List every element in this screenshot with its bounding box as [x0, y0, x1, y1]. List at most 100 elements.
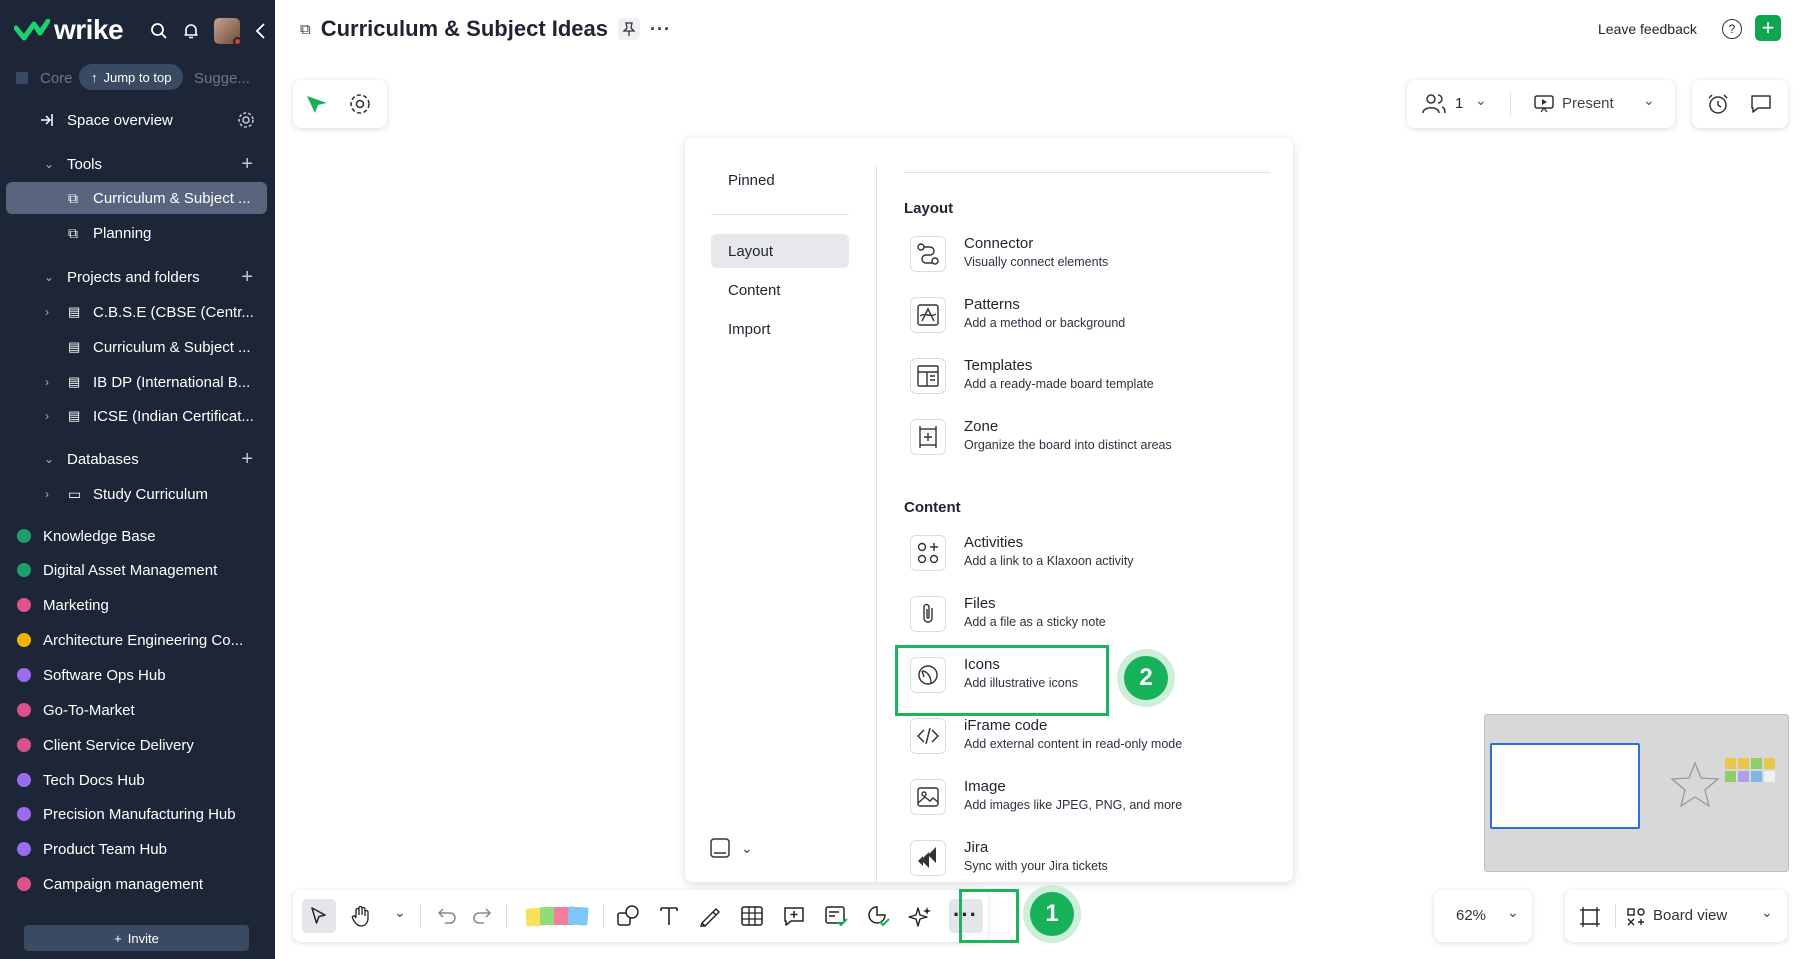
- board-view-icon[interactable]: [1626, 907, 1646, 927]
- space-item[interactable]: Product Team Hub: [0, 832, 275, 866]
- chevron-right-icon[interactable]: ›: [45, 305, 49, 319]
- pin-icon[interactable]: [618, 18, 641, 40]
- space-item[interactable]: Digital Asset Management: [0, 553, 275, 587]
- sparkle-icon[interactable]: [908, 905, 932, 929]
- panel-item-zone[interactable]: Zone Organize the board into distinct are…: [910, 414, 1270, 464]
- add-element-panel: Pinned Layout Content Import Layout Connecto…: [685, 138, 1293, 882]
- code-icon: [910, 718, 946, 754]
- invite-button[interactable]: + Invite: [24, 925, 249, 951]
- section-title-layout: Layout: [904, 200, 954, 217]
- panel-item-image[interactable]: Image Add images like JPEG, PNG, and more: [910, 774, 1270, 824]
- projects-section[interactable]: ⌄ Projects and folders +: [0, 260, 275, 294]
- sidebar-item-curriculum-tool[interactable]: ⧉ Curriculum & Subject ...: [6, 182, 267, 214]
- step-1-badge: 1: [1023, 885, 1081, 943]
- hand-icon[interactable]: [350, 905, 372, 927]
- collaboration-toolbar: 1 ⌄ Present ⌄: [1407, 80, 1675, 128]
- panel-item-templates[interactable]: Templates Add a ready-made board template: [910, 353, 1270, 403]
- chevron-right-icon[interactable]: ›: [45, 487, 49, 501]
- space-item[interactable]: Campaign management: [0, 867, 275, 901]
- chevron-right-icon[interactable]: ›: [45, 409, 49, 423]
- sidebar-item-cbse[interactable]: › ▤ C.B.S.E (CBSE (Centr...: [0, 295, 275, 329]
- avatar[interactable]: [214, 18, 242, 46]
- search-icon[interactable]: [150, 22, 168, 40]
- sidebar-item-curriculum-project[interactable]: ▤ Curriculum & Subject ...: [0, 330, 275, 364]
- shapes-icon[interactable]: [616, 905, 640, 927]
- panel-item-patterns[interactable]: Patterns Add a method or background: [910, 292, 1270, 342]
- space-item[interactable]: Knowledge Base: [0, 519, 275, 553]
- sidebar-item-ibdp[interactable]: › ▤ IB DP (International B...: [0, 365, 275, 399]
- panel-layout-select[interactable]: ⌄: [709, 837, 753, 859]
- leave-feedback-link[interactable]: Leave feedback: [1598, 21, 1697, 37]
- collapse-sidebar-icon[interactable]: [254, 22, 268, 40]
- space-item[interactable]: Precision Manufacturing Hub: [0, 797, 275, 831]
- help-icon[interactable]: ?: [1722, 19, 1742, 39]
- pen-icon[interactable]: [698, 905, 720, 927]
- gear-icon[interactable]: [348, 92, 372, 116]
- space-overview-item[interactable]: Space overview: [0, 103, 275, 137]
- add-button[interactable]: +: [1755, 15, 1781, 41]
- comment-add-icon[interactable]: [783, 905, 805, 927]
- timer-icon[interactable]: [1706, 92, 1730, 116]
- bell-icon[interactable]: [182, 22, 200, 40]
- task-icon[interactable]: [825, 905, 849, 929]
- cursor-icon[interactable]: [309, 906, 329, 926]
- activity-icon[interactable]: [867, 905, 891, 929]
- table-icon[interactable]: [741, 906, 763, 926]
- add-person-icon: +: [114, 930, 122, 946]
- add-tool-icon[interactable]: +: [241, 154, 253, 174]
- space-item[interactable]: Tech Docs Hub: [0, 763, 275, 797]
- chevron-down-icon[interactable]: ⌄: [1643, 92, 1655, 109]
- space-icon: [17, 842, 31, 856]
- panel-item-iframe-code[interactable]: iFrame code Add external content in read-…: [910, 713, 1270, 763]
- view-label[interactable]: Board view: [1653, 907, 1727, 924]
- present-label[interactable]: Present: [1562, 95, 1614, 112]
- text-icon[interactable]: [659, 905, 679, 927]
- panel-item-connector[interactable]: Connector Visually connect elements: [910, 231, 1270, 281]
- panel-tab-pinned[interactable]: Pinned: [711, 163, 849, 197]
- more-options-icon[interactable]: ···: [650, 19, 671, 40]
- patterns-icon: [910, 297, 946, 333]
- chevron-down-icon[interactable]: ⌄: [1475, 92, 1487, 109]
- undo-icon[interactable]: [436, 906, 458, 926]
- panel-tab-import[interactable]: Import: [711, 312, 849, 346]
- add-database-icon[interactable]: +: [241, 449, 253, 469]
- space-item[interactable]: Architecture Engineering Co...: [0, 623, 275, 657]
- zoom-control[interactable]: 62% ⌄: [1434, 890, 1532, 942]
- panel-tab-content[interactable]: Content: [711, 273, 849, 307]
- minimap-viewport[interactable]: [1490, 743, 1640, 829]
- send-icon[interactable]: [306, 94, 328, 114]
- present-icon[interactable]: [1534, 95, 1554, 113]
- page-title[interactable]: Curriculum & Subject Ideas: [321, 16, 608, 42]
- sidebar-item-icse[interactable]: › ▤ ICSE (Indian Certificat...: [0, 399, 275, 433]
- logo-text: wrike: [54, 14, 124, 45]
- panel-tab-layout[interactable]: Layout: [711, 234, 849, 268]
- frame-icon[interactable]: [1579, 906, 1601, 928]
- sticky-notes-icon[interactable]: [525, 906, 589, 928]
- panel-item-jira[interactable]: Jira Sync with your Jira tickets: [910, 835, 1270, 882]
- add-project-icon[interactable]: +: [241, 267, 253, 287]
- people-icon[interactable]: [1421, 93, 1447, 115]
- tools-section[interactable]: ⌄ Tools +: [0, 147, 275, 181]
- breadcrumb-right[interactable]: Sugge...: [194, 70, 250, 87]
- minimap[interactable]: [1484, 714, 1789, 872]
- wrike-logo[interactable]: wrike: [14, 14, 124, 46]
- sidebar-item-planning[interactable]: ⧉ Planning: [0, 216, 275, 250]
- databases-section[interactable]: ⌄ Databases +: [0, 442, 275, 476]
- chevron-right-icon[interactable]: ›: [45, 375, 49, 389]
- space-item[interactable]: Go-To-Market: [0, 693, 275, 727]
- space-item[interactable]: Marketing: [0, 588, 275, 622]
- comment-icon[interactable]: [1750, 93, 1772, 115]
- chevron-down-icon[interactable]: ⌄: [1761, 904, 1773, 921]
- breadcrumb-left[interactable]: Core: [40, 70, 73, 87]
- sidebar-item-study-curriculum[interactable]: › ▭ Study Curriculum: [0, 477, 275, 511]
- jump-to-top-button[interactable]: ↑ Jump to top: [79, 64, 184, 90]
- gear-icon[interactable]: [237, 111, 255, 129]
- panel-item-files[interactable]: Files Add a file as a sticky note: [910, 591, 1270, 641]
- panel-item-activities[interactable]: Activities Add a link to a Klaxoon activi…: [910, 530, 1270, 580]
- space-item[interactable]: Software Ops Hub: [0, 658, 275, 692]
- space-icon: [16, 72, 28, 84]
- chevron-down-icon[interactable]: ⌄: [394, 904, 406, 921]
- redo-icon[interactable]: [471, 906, 493, 926]
- space-item[interactable]: Client Service Delivery: [0, 728, 275, 762]
- divider: [506, 904, 507, 928]
